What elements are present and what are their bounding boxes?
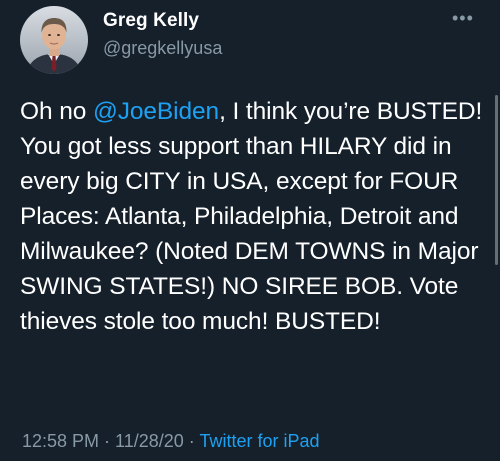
tweet-source-link[interactable]: Twitter for iPad (199, 431, 319, 451)
tweet-date[interactable]: 11/28/20 (115, 431, 184, 451)
tweet-meta: 12:58 PM · 11/28/20 · Twitter for iPad (22, 431, 320, 452)
author-name[interactable]: Greg Kelly (103, 10, 199, 32)
meta-separator: · (99, 431, 116, 451)
scrollbar[interactable] (495, 95, 498, 265)
avatar[interactable] (20, 6, 88, 74)
more-options-icon[interactable]: ••• (452, 8, 474, 29)
author-handle[interactable]: @gregkellyusa (103, 38, 222, 59)
tweet-text: Oh no @JoeBiden, I think you’re BUSTED! … (20, 94, 490, 339)
tweet-text-before: Oh no (20, 98, 93, 125)
mention-link[interactable]: @JoeBiden (93, 98, 219, 125)
avatar-image (20, 6, 88, 74)
tweet-card: Greg Kelly @gregkellyusa ••• Oh no @JoeB… (0, 0, 500, 461)
tweet-text-after: , I think you’re BUSTED! You got less su… (20, 98, 483, 335)
tweet-time[interactable]: 12:58 PM (22, 431, 99, 451)
meta-separator: · (183, 431, 200, 451)
